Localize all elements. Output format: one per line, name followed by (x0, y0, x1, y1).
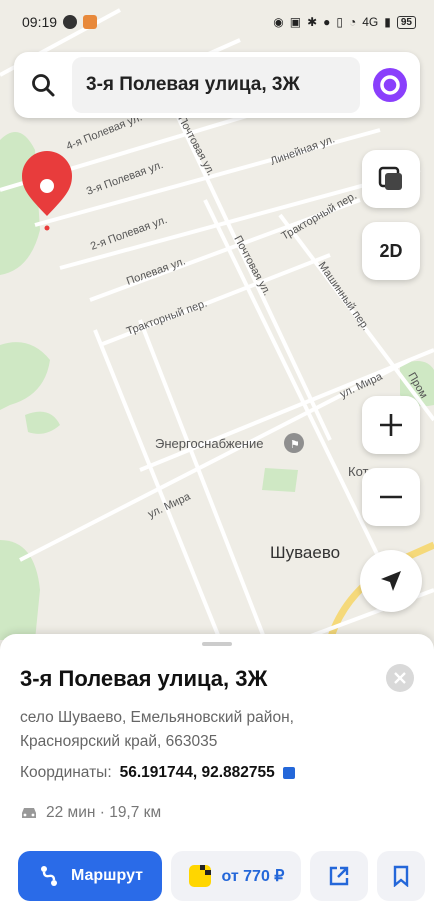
zoom-out-button[interactable] (362, 468, 420, 526)
taxi-button[interactable]: от 770 ₽ (171, 851, 301, 901)
taxi-price: от 770 ₽ (221, 868, 285, 885)
place-card[interactable]: 3-я Полевая улица, 3Ж село Шуваево, Емел… (0, 634, 434, 910)
layers-button[interactable] (362, 150, 420, 208)
minus-icon (380, 495, 402, 499)
place-title: 3-я Полевая улица, 3Ж (20, 666, 268, 691)
zoom-in-button[interactable] (362, 396, 420, 454)
plus-icon (380, 414, 402, 436)
taxi-icon (188, 865, 211, 887)
flag-glyph: ⚑ (290, 439, 300, 451)
coordinates-row[interactable]: Координаты: 56.191744, 92.882755 (20, 764, 295, 782)
navigation-arrow-icon (381, 571, 401, 591)
my-location-button[interactable] (360, 550, 422, 612)
route-label: Маршрут (70, 867, 144, 884)
view-mode-button[interactable]: 2D (362, 222, 420, 280)
place-address: село Шуваево, Емельяновский район, Красн… (20, 709, 294, 750)
network-label: 4G (362, 15, 379, 29)
locality-label: Шуваево (270, 543, 340, 562)
bluetooth-icon: ✱ (307, 15, 318, 29)
drive-info: 22 мин · 19,7 км (20, 804, 161, 822)
signal-icon: ▮ (384, 15, 391, 29)
share-icon (329, 866, 349, 886)
action-buttons: Маршрут от 770 ₽ (18, 851, 425, 901)
search-icon[interactable] (14, 52, 72, 118)
wifi-icon: ◔ (349, 15, 357, 29)
car-icon (22, 808, 36, 818)
bookmark-icon (393, 865, 409, 887)
park-area (262, 468, 298, 492)
layers-icon (378, 166, 402, 190)
status-time: 09:19 (22, 14, 58, 30)
search-bar[interactable]: 3-я Полевая улица, 3Ж (14, 52, 420, 118)
close-icon (394, 672, 406, 684)
close-button[interactable] (386, 664, 414, 692)
poi-label: Энергоснабжение (155, 436, 263, 451)
coordinates-label: Координаты: (20, 764, 112, 781)
alice-voice-icon[interactable] (360, 67, 420, 103)
coordinates-value[interactable]: 56.191744, 92.882755 (120, 764, 275, 782)
drag-handle[interactable] (202, 642, 232, 646)
battery-level: 95 (396, 15, 416, 29)
bookmark-button[interactable] (377, 851, 425, 901)
nfc-icon: ▣ (289, 15, 302, 29)
route-icon (40, 866, 57, 886)
eye-icon: ◉ (273, 15, 284, 29)
app-notification-icon (63, 15, 78, 29)
status-bar: 09:19 ◉ ▣ ✱ ● ▯ ◔ 4G ▮ 95 (0, 0, 434, 44)
share-button[interactable] (310, 851, 368, 901)
location-icon: ● (323, 15, 331, 29)
notification-icon (83, 15, 98, 29)
vibrate-icon: ▯ (336, 15, 343, 29)
copy-icon[interactable] (282, 767, 295, 779)
route-button[interactable]: Маршрут (18, 851, 162, 901)
drive-text: 22 мин · 19,7 км (46, 804, 162, 821)
search-input[interactable]: 3-я Полевая улица, 3Ж (72, 57, 360, 113)
